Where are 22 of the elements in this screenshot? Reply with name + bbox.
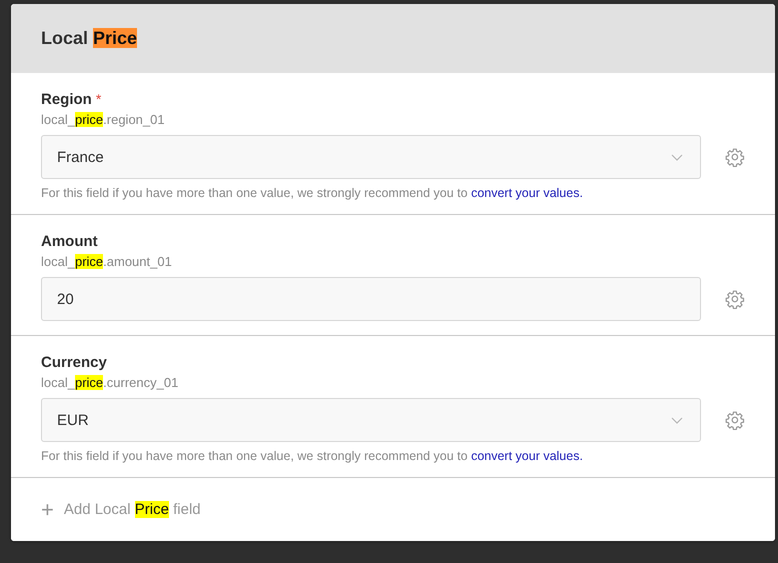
settings-icon[interactable]	[725, 147, 745, 167]
required-asterisk: *	[96, 91, 102, 107]
select-field[interactable]: EUR	[41, 398, 702, 442]
settings-icon[interactable]	[725, 410, 745, 430]
chevron-down-icon	[671, 154, 684, 160]
hint-text: For this field if you have more than one value, we strongly recommend you to convert your values.	[41, 449, 584, 463]
chevron-down-icon	[671, 416, 684, 424]
field-key: local_price.region_01	[41, 112, 745, 127]
field-label: Region	[41, 91, 92, 108]
field-label: Amount	[41, 233, 98, 250]
select-field[interactable]: France	[41, 135, 702, 179]
field-key: local_price.amount_01	[41, 254, 745, 269]
convert-values-link[interactable]: convert your values.	[471, 186, 583, 200]
input-field[interactable]: 20	[41, 277, 702, 321]
add-field-button[interactable]: + Add Local Price field	[11, 478, 775, 541]
hint-text: For this field if you have more than one value, we strongly recommend you to convert your values.	[41, 186, 584, 200]
plus-icon: +	[41, 498, 54, 520]
panel-title: Local Price	[41, 28, 138, 49]
field-key: local_price.currency_01	[41, 375, 745, 390]
convert-values-link[interactable]: convert your values.	[471, 449, 583, 463]
settings-icon[interactable]	[725, 289, 745, 309]
field-label: Currency	[41, 354, 107, 371]
